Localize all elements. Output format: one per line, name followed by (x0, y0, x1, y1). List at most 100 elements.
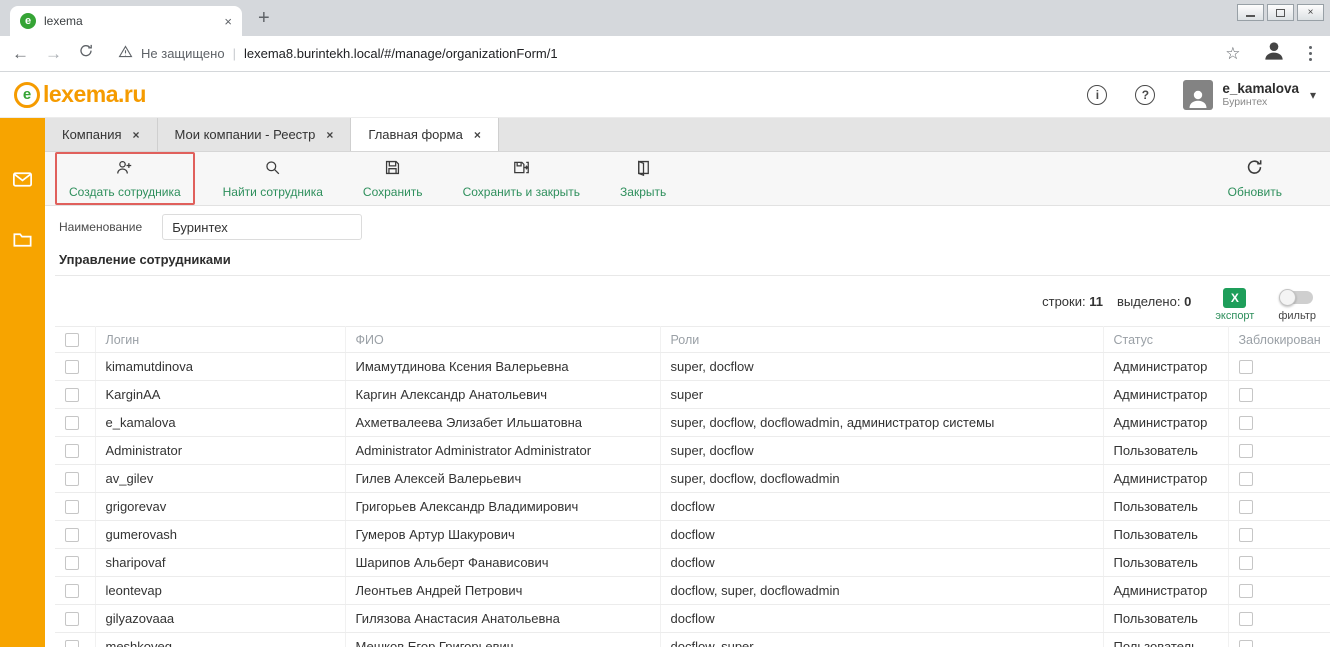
security-label[interactable]: Не защищено (141, 46, 225, 61)
cell-blocked[interactable] (1228, 633, 1330, 647)
row-checkbox[interactable] (65, 360, 79, 374)
mail-icon[interactable] (11, 168, 34, 196)
table-row[interactable]: e_kamalova Ахметвалеева Элизабет Ильшато… (55, 409, 1330, 437)
blocked-checkbox[interactable] (1239, 500, 1253, 514)
cell-blocked[interactable] (1228, 409, 1330, 437)
browser-menu-icon[interactable] (1303, 46, 1319, 62)
cell-blocked[interactable] (1228, 493, 1330, 521)
row-select-cell[interactable] (55, 521, 95, 549)
table-row[interactable]: kimamutdinova Имамутдинова Ксения Валерь… (55, 353, 1330, 381)
row-select-cell[interactable] (55, 409, 95, 437)
row-select-cell[interactable] (55, 633, 95, 647)
tab-close-icon[interactable]: × (326, 128, 333, 142)
close-window-button[interactable]: × (1297, 4, 1324, 21)
row-select-cell[interactable] (55, 353, 95, 381)
filter-toggle[interactable] (1281, 291, 1313, 304)
table-row[interactable]: Administrator Administrator Administrato… (55, 437, 1330, 465)
maximize-button[interactable] (1267, 4, 1294, 21)
cell-blocked[interactable] (1228, 605, 1330, 633)
table-row[interactable]: gilyazovaaa Гилязова Анастасия Анатольев… (55, 605, 1330, 633)
blocked-checkbox[interactable] (1239, 360, 1253, 374)
column-fio[interactable]: ФИО (345, 327, 660, 353)
select-all-cell[interactable] (55, 327, 95, 353)
row-checkbox[interactable] (65, 556, 79, 570)
info-icon[interactable]: i (1087, 85, 1107, 105)
cell-blocked[interactable] (1228, 353, 1330, 381)
new-tab-button[interactable]: + (258, 7, 270, 30)
row-select-cell[interactable] (55, 493, 95, 521)
browser-tab[interactable]: e lexema × (10, 6, 242, 36)
cell-blocked[interactable] (1228, 521, 1330, 549)
back-icon[interactable]: ← (12, 45, 29, 62)
table-row[interactable]: sharipovaf Шарипов Альберт Фанависович d… (55, 549, 1330, 577)
tab-my-companies-registry[interactable]: Мои компании - Реестр × (158, 118, 352, 151)
url-text[interactable]: lexema8.burintekh.local/#/manage/organiz… (244, 46, 558, 61)
row-select-cell[interactable] (55, 465, 95, 493)
tab-close-icon[interactable]: × (224, 14, 232, 29)
tab-company[interactable]: Компания × (45, 118, 158, 151)
bookmark-star-icon[interactable]: ☆ (1225, 44, 1240, 64)
table-row[interactable]: KarginAA Каргин Александр Анатольевич su… (55, 381, 1330, 409)
blocked-checkbox[interactable] (1239, 388, 1253, 402)
row-checkbox[interactable] (65, 416, 79, 430)
column-login[interactable]: Логин (95, 327, 345, 353)
cell-login: KarginAA (95, 381, 345, 409)
row-checkbox[interactable] (65, 472, 79, 486)
cell-blocked[interactable] (1228, 577, 1330, 605)
browser-refresh-icon[interactable] (78, 43, 94, 64)
minimize-button[interactable] (1237, 4, 1264, 21)
folder-icon[interactable] (11, 228, 34, 256)
row-checkbox[interactable] (65, 612, 79, 626)
column-roles[interactable]: Роли (660, 327, 1103, 353)
row-checkbox[interactable] (65, 640, 79, 647)
table-row[interactable]: leontevap Леонтьев Андрей Петрович docfl… (55, 577, 1330, 605)
row-select-cell[interactable] (55, 549, 95, 577)
row-select-cell[interactable] (55, 381, 95, 409)
user-menu[interactable]: e_kamalova Буринтех ▾ (1183, 80, 1316, 110)
blocked-checkbox[interactable] (1239, 444, 1253, 458)
table-row[interactable]: gumerovash Гумеров Артур Шакурович docfl… (55, 521, 1330, 549)
row-checkbox[interactable] (65, 388, 79, 402)
table-row[interactable]: meshkoveg Мешков Егор Григорьевич docflo… (55, 633, 1330, 647)
refresh-button[interactable]: Обновить (1216, 154, 1294, 203)
row-checkbox[interactable] (65, 528, 79, 542)
blocked-checkbox[interactable] (1239, 612, 1253, 626)
name-input[interactable] (162, 214, 362, 240)
forward-icon[interactable]: → (45, 45, 62, 62)
row-checkbox[interactable] (65, 500, 79, 514)
blocked-checkbox[interactable] (1239, 472, 1253, 486)
tab-main-form[interactable]: Главная форма × (351, 118, 498, 151)
export-button[interactable]: X экспорт (1215, 288, 1254, 322)
row-select-cell[interactable] (55, 437, 95, 465)
blocked-checkbox[interactable] (1239, 416, 1253, 430)
save-and-close-button[interactable]: Сохранить и закрыть (451, 154, 592, 203)
cell-blocked[interactable] (1228, 437, 1330, 465)
button-label: Найти сотрудника (223, 185, 323, 199)
tab-close-icon[interactable]: × (474, 128, 481, 142)
blocked-checkbox[interactable] (1239, 528, 1253, 542)
select-all-checkbox[interactable] (65, 333, 79, 347)
column-blocked[interactable]: Заблокирован (1228, 327, 1330, 353)
table-row[interactable]: av_gilev Гилев Алексей Валерьевич super,… (55, 465, 1330, 493)
save-button[interactable]: Сохранить (351, 154, 435, 203)
url-bar[interactable]: Не защищено | lexema8.burintekh.local/#/… (110, 44, 1209, 64)
chevron-down-icon[interactable]: ▾ (1310, 88, 1316, 102)
cell-blocked[interactable] (1228, 549, 1330, 577)
blocked-checkbox[interactable] (1239, 584, 1253, 598)
row-checkbox[interactable] (65, 584, 79, 598)
blocked-checkbox[interactable] (1239, 640, 1253, 647)
row-select-cell[interactable] (55, 577, 95, 605)
tab-close-icon[interactable]: × (133, 128, 140, 142)
find-employee-button[interactable]: Найти сотрудника (211, 154, 335, 203)
row-checkbox[interactable] (65, 444, 79, 458)
cell-blocked[interactable] (1228, 465, 1330, 493)
cell-blocked[interactable] (1228, 381, 1330, 409)
table-row[interactable]: grigorevav Григорьев Александр Владимиро… (55, 493, 1330, 521)
create-employee-button[interactable]: Создать сотрудника (55, 152, 195, 205)
column-status[interactable]: Статус (1103, 327, 1228, 353)
browser-profile-icon[interactable] (1261, 38, 1287, 69)
row-select-cell[interactable] (55, 605, 95, 633)
help-icon[interactable]: ? (1135, 85, 1155, 105)
close-form-button[interactable]: Закрыть (608, 154, 678, 203)
blocked-checkbox[interactable] (1239, 556, 1253, 570)
